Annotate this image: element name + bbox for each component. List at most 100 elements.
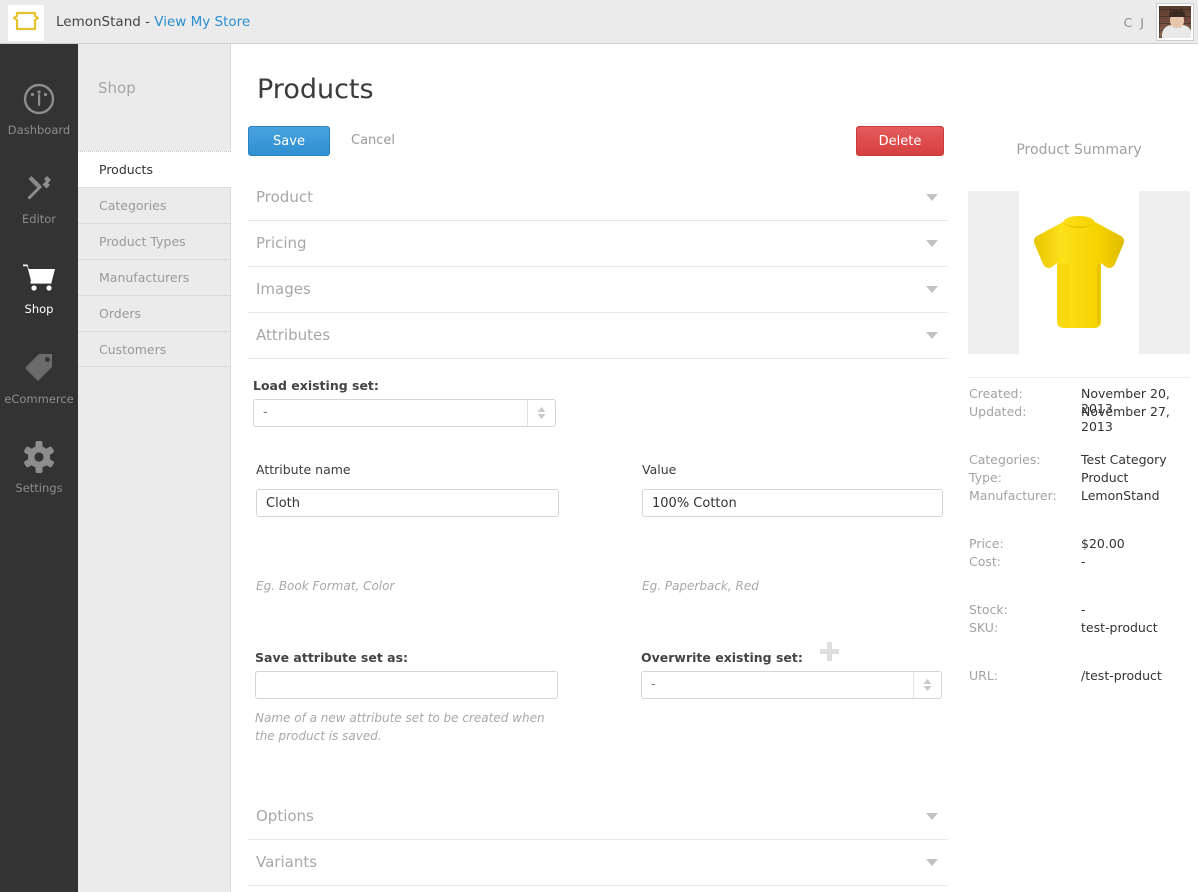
product-summary-table: Created: November 20, 2013 Updated: Nove… [968, 377, 1190, 686]
load-existing-set-label: Load existing set: [253, 378, 379, 393]
rail-label-settings: Settings [15, 481, 63, 495]
summary-key-created: Created: [969, 386, 1023, 401]
cart-icon [0, 257, 78, 299]
summary-key-url: URL: [969, 668, 999, 683]
section-header-variants[interactable]: Variants [248, 840, 948, 886]
sidebar-item-list: Products Categories Product Types Manufa… [78, 151, 231, 367]
select-stepper-icon[interactable] [527, 400, 555, 426]
section-header-pricing[interactable]: Pricing [248, 221, 948, 267]
summary-value-cost: - [1081, 554, 1086, 569]
summary-spacer [968, 506, 1190, 536]
summary-row-updated: Updated: November 27, 2013 [968, 404, 1190, 434]
summary-row-manufacturer: Manufacturer: LemonStand [968, 488, 1190, 506]
section-header-product[interactable]: Product [248, 175, 948, 221]
rail-label-dashboard: Dashboard [7, 123, 71, 137]
section-label-attributes: Attributes [256, 326, 331, 344]
view-my-store-link[interactable]: View My Store [154, 14, 250, 30]
secondary-sidebar: Shop Products Categories Product Types M… [78, 44, 231, 892]
section-label-images: Images [256, 280, 311, 298]
chevron-down-icon [926, 332, 938, 339]
summary-key-price: Price: [969, 536, 1004, 551]
summary-value-url: /test-product [1081, 668, 1162, 683]
attribute-value-input[interactable] [642, 489, 943, 517]
lemonstand-logo[interactable] [8, 5, 44, 41]
section-header-attributes[interactable]: Attributes [248, 313, 948, 359]
summary-key-type: Type: [969, 470, 1002, 485]
overwrite-existing-set-value: - [651, 677, 656, 692]
rail-item-settings[interactable]: Settings [0, 436, 78, 495]
chevron-down-icon [926, 194, 938, 201]
attribute-value-hint: Eg. Paperback, Red [642, 579, 759, 593]
sidebar-item-manufacturers[interactable]: Manufacturers [78, 259, 231, 295]
product-image[interactable] [1019, 191, 1139, 354]
summary-key-manufacturer: Manufacturer: [969, 488, 1057, 503]
yellow-tshirt-photo [1033, 215, 1125, 328]
primary-nav-rail: Dashboard Editor Shop eCommerce Settings [0, 44, 78, 892]
save-button[interactable]: Save [248, 126, 330, 156]
section-label-variants: Variants [256, 853, 318, 871]
select-stepper-icon[interactable] [913, 672, 941, 698]
section-header-images[interactable]: Images [248, 267, 948, 313]
summary-row-price: Price: $20.00 [968, 536, 1190, 554]
cancel-button[interactable]: Cancel [351, 133, 395, 148]
delete-button[interactable]: Delete [856, 126, 944, 156]
top-bar: LemonStand - View My Store C J [0, 0, 1198, 44]
summary-row-stock: Stock: - [968, 602, 1190, 620]
page-title: Products [257, 74, 374, 105]
product-summary-panel: Product Summary Created: November 20, 20… [968, 44, 1198, 892]
add-attribute-plus-icon[interactable] [820, 642, 839, 661]
summary-row-categories: Categories: Test Category [968, 452, 1190, 470]
save-attribute-set-input[interactable] [255, 671, 558, 699]
section-header-options[interactable]: Options [248, 794, 948, 840]
lemonstand-logo-icon [12, 10, 40, 36]
rail-item-shop[interactable]: Shop [0, 257, 78, 316]
summary-row-created: Created: November 20, 2013 [968, 386, 1190, 416]
sidebar-item-product-types[interactable]: Product Types [78, 223, 231, 259]
section-label-options: Options [256, 807, 314, 825]
summary-value-sku: test-product [1081, 620, 1158, 635]
rail-item-editor[interactable]: Editor [0, 167, 78, 226]
summary-value-price: $20.00 [1081, 536, 1125, 551]
chevron-down-icon [926, 240, 938, 247]
attribute-name-input[interactable] [256, 489, 559, 517]
sidebar-item-categories[interactable]: Categories [78, 187, 231, 223]
gear-icon [0, 436, 78, 478]
summary-key-sku: SKU: [969, 620, 999, 635]
chevron-down-icon [926, 859, 938, 866]
summary-key-cost: Cost: [969, 554, 1002, 569]
summary-value-type: Product [1081, 470, 1129, 485]
summary-value-manufacturer: LemonStand [1081, 488, 1160, 503]
overwrite-existing-set-select[interactable]: - [641, 671, 942, 699]
rail-label-ecommerce: eCommerce [4, 392, 74, 406]
user-initials: C J [1123, 15, 1146, 30]
sidebar-item-orders[interactable]: Orders [78, 295, 231, 331]
tools-icon [0, 167, 78, 209]
rail-label-shop: Shop [24, 302, 54, 316]
load-existing-set-select[interactable]: - [253, 399, 556, 427]
summary-row-cost: Cost: - [968, 554, 1190, 572]
load-existing-set-value: - [263, 405, 268, 420]
summary-value-stock: - [1081, 602, 1086, 617]
save-attribute-set-hint: Name of a new attribute set to be create… [255, 711, 545, 743]
summary-row-type: Type: Product [968, 470, 1190, 488]
gauge-icon [0, 78, 78, 120]
summary-spacer [968, 422, 1190, 452]
overwrite-existing-set-label: Overwrite existing set: [641, 650, 803, 665]
summary-value-categories: Test Category [1081, 452, 1167, 467]
avatar[interactable] [1157, 4, 1193, 40]
sidebar-section-title: Shop [98, 79, 136, 97]
chevron-down-icon [926, 813, 938, 820]
tag-icon [0, 347, 78, 389]
summary-key-stock: Stock: [969, 602, 1008, 617]
rail-label-editor: Editor [21, 212, 57, 226]
attribute-name-hint: Eg. Book Format, Color [256, 579, 395, 593]
sidebar-item-customers[interactable]: Customers [78, 331, 231, 367]
avatar-hair [1169, 10, 1185, 17]
section-label-pricing: Pricing [256, 234, 307, 252]
attribute-value-label: Value [642, 462, 677, 477]
chevron-down-icon [926, 286, 938, 293]
sidebar-item-products[interactable]: Products [78, 151, 231, 187]
brand-name: LemonStand - [56, 14, 155, 30]
rail-item-dashboard[interactable]: Dashboard [0, 78, 78, 137]
rail-item-ecommerce[interactable]: eCommerce [0, 347, 78, 406]
